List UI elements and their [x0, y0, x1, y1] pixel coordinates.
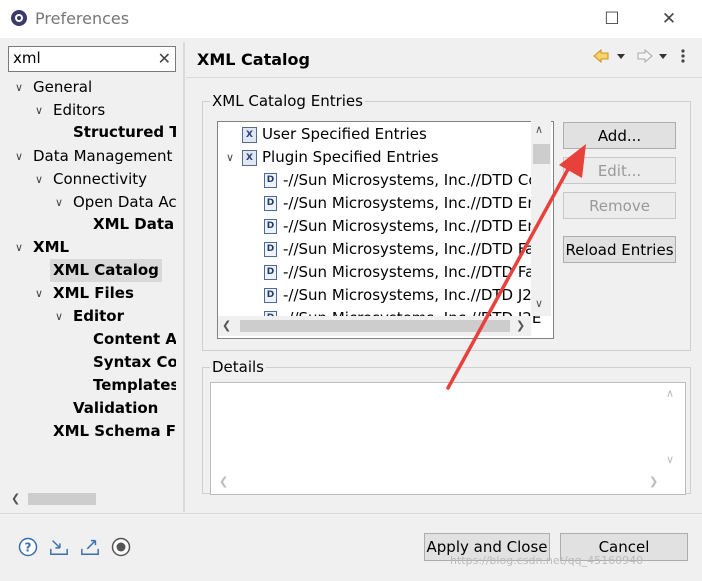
scroll-left-icon[interactable]: ❮	[11, 490, 20, 508]
scroll-up-icon[interactable]: ∧	[666, 387, 674, 400]
entry-label: User Specified Entries	[262, 125, 427, 143]
scroll-left-icon[interactable]: ❮	[222, 319, 231, 332]
scroll-up-icon[interactable]: ∧	[535, 123, 543, 136]
reload-entries-button[interactable]: Reload Entries	[563, 236, 676, 263]
page-title: XML Catalog	[197, 50, 310, 69]
scrollbar-thumb[interactable]	[28, 493, 96, 505]
tree-item-open-data-access[interactable]: Open Data Ac	[73, 191, 176, 214]
watermark-text: https://blog.csdn.net/qq_45160940	[450, 554, 644, 567]
group-label-text: XML Catalog Entries	[210, 92, 365, 110]
entry-label: -//Sun Microsystems, Inc.//DTD Co	[283, 171, 538, 189]
forward-dropdown-icon[interactable]	[659, 54, 667, 59]
tree-item-validation[interactable]: Validation	[73, 397, 158, 420]
entry-label: -//Sun Microsystems, Inc.//DTD Fa	[283, 240, 535, 258]
tree-item-xml[interactable]: XML	[33, 236, 69, 259]
filter-input[interactable]	[9, 47, 157, 69]
close-window-button[interactable]: ✕	[646, 6, 692, 32]
page-navigation	[593, 48, 685, 64]
catalog-icon: X	[242, 127, 257, 143]
svg-text:?: ?	[25, 541, 32, 555]
chevron-down-icon[interactable]: ∨	[12, 81, 26, 94]
entry-label: -//Sun Microsystems, Inc.//DTD Fac	[283, 263, 543, 281]
pane-divider[interactable]	[183, 42, 185, 512]
chevron-down-icon[interactable]: ∨	[32, 104, 46, 117]
footer-separator	[0, 513, 702, 514]
record-icon[interactable]	[111, 537, 131, 557]
view-menu-icon[interactable]	[681, 49, 685, 63]
window-title: Preferences	[35, 9, 130, 28]
tree-item-templates[interactable]: Templates	[93, 374, 176, 397]
chevron-down-icon[interactable]: ∨	[52, 196, 66, 209]
edit-button[interactable]: Edit...	[563, 157, 676, 184]
dtd-file-icon: D	[264, 242, 277, 257]
details-text-area[interactable]: ∧ ∨ ❮ ❯	[210, 382, 686, 495]
clear-filter-icon[interactable]: ✕	[158, 47, 171, 71]
export-icon[interactable]	[80, 537, 100, 557]
entry-label: -//Sun Microsystems, Inc.//DTD Ent	[283, 217, 543, 235]
scroll-right-icon[interactable]: ❯	[649, 475, 658, 488]
tree-item-structured-text[interactable]: Structured Te	[73, 121, 176, 144]
maximize-button[interactable]: ☐	[589, 6, 635, 32]
add-button[interactable]: Add...	[563, 122, 676, 149]
tree-item-syntax-coloring[interactable]: Syntax Col	[93, 351, 176, 374]
tree-item-connectivity[interactable]: Connectivity	[53, 168, 147, 191]
tree-item-xml-schema-files[interactable]: XML Schema File	[53, 420, 176, 443]
entry-label: Plugin Specified Entries	[262, 148, 439, 166]
dtd-file-icon: D	[264, 173, 277, 188]
tree-item-editors[interactable]: Editors	[53, 99, 105, 122]
catalog-entries-group-label: XML Catalog Entries	[210, 92, 365, 110]
entry-label: -//Sun Microsystems, Inc.//DTD Ent	[283, 194, 543, 212]
chevron-down-icon[interactable]: ∨	[52, 310, 66, 323]
entry-label: -//Sun Microsystems, Inc.//DTD J2E	[283, 286, 542, 304]
header-separator	[186, 77, 702, 78]
catalog-entries-tree[interactable]: X User Specified Entries ∨ X Plugin Spec…	[217, 121, 554, 339]
tree-horizontal-scrollbar[interactable]: ❮	[8, 490, 176, 508]
preference-tree[interactable]: ∨ General ∨ Editors Structured Te ∨ Data…	[0, 74, 176, 488]
scroll-left-icon[interactable]: ❮	[219, 475, 228, 488]
dtd-file-icon: D	[264, 265, 277, 280]
scroll-down-icon[interactable]: ∨	[535, 297, 543, 310]
dtd-file-icon: D	[264, 288, 277, 303]
help-icon[interactable]: ?	[18, 537, 38, 557]
import-icon[interactable]	[49, 537, 69, 557]
tree-item-editor[interactable]: Editor	[73, 305, 124, 328]
dtd-file-icon: D	[264, 196, 277, 211]
dtd-file-icon: D	[264, 219, 277, 234]
tree-item-xml-files[interactable]: XML Files	[53, 282, 134, 305]
scroll-right-icon[interactable]: ❯	[516, 319, 525, 332]
chevron-down-icon[interactable]: ∨	[12, 241, 26, 254]
chevron-down-icon[interactable]: ∨	[32, 287, 46, 300]
group-label-text: Details	[210, 358, 267, 376]
tree-item-xml-data-source[interactable]: XML Data S	[93, 213, 176, 236]
forward-arrow-icon[interactable]	[637, 48, 653, 64]
tree-item-content-assist[interactable]: Content As	[93, 328, 176, 351]
scroll-down-icon[interactable]: ∨	[666, 453, 674, 466]
chevron-down-icon[interactable]: ∨	[223, 151, 237, 164]
tree-item-data-management[interactable]: Data Management	[33, 145, 172, 168]
scrollbar-thumb[interactable]	[240, 320, 510, 332]
filter-field[interactable]: ✕	[8, 46, 176, 72]
back-arrow-icon[interactable]	[593, 48, 609, 64]
eclipse-gear-icon	[11, 10, 27, 26]
catalog-icon: X	[242, 150, 257, 166]
chevron-down-icon[interactable]: ∨	[12, 150, 26, 163]
details-group-label: Details	[210, 358, 267, 376]
tree-item-xml-catalog[interactable]: XML Catalog	[50, 259, 162, 282]
back-dropdown-icon[interactable]	[617, 54, 625, 59]
chevron-down-icon[interactable]: ∨	[32, 173, 46, 186]
remove-button[interactable]: Remove	[563, 192, 676, 219]
tree-item-general[interactable]: General	[33, 76, 92, 99]
scrollbar-thumb[interactable]	[533, 144, 550, 164]
